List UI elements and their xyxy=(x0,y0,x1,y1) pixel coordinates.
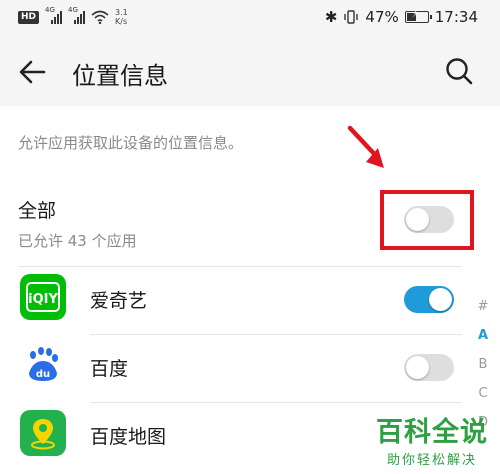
signal-label-2: 4G xyxy=(68,6,78,14)
app-toggle-iqiyi[interactable] xyxy=(404,286,454,313)
alpha-index-item[interactable]: # xyxy=(476,292,490,321)
app-name: 百度地图 xyxy=(90,426,167,448)
watermark-main: 百科全说 xyxy=(376,417,488,448)
back-arrow-icon[interactable] xyxy=(14,54,50,90)
iqiyi-icon: iQIY xyxy=(20,274,66,320)
highlight-box-annotation xyxy=(380,190,474,250)
baidu-icon: du xyxy=(20,342,66,388)
title-bar: 位置信息 xyxy=(0,36,500,106)
search-icon[interactable] xyxy=(444,56,474,86)
watermark-sub: 助你轻松解决 xyxy=(386,453,477,468)
signal-icon-1: 4G xyxy=(45,6,63,24)
speed-value: 3.1 xyxy=(115,8,128,17)
svg-text:iQIY: iQIY xyxy=(28,292,58,307)
alpha-index-item[interactable]: C xyxy=(476,379,490,408)
alpha-index-item-active[interactable]: A xyxy=(476,321,490,350)
baidu-map-icon xyxy=(20,410,66,456)
network-speed: 3.1 K/s xyxy=(115,8,128,26)
toggle-knob xyxy=(429,288,452,311)
speed-unit: K/s xyxy=(115,17,128,26)
description-text: 允许应用获取此设备的位置信息。 xyxy=(18,134,244,152)
charging-icon: ⚡ xyxy=(411,9,419,20)
all-apps-count: 已允许 43 个应用 xyxy=(18,232,137,250)
signal-icon-2: 4G xyxy=(68,6,86,24)
status-time: 17:34 xyxy=(434,8,478,26)
battery-percent: 47% xyxy=(365,8,399,26)
svg-text:du: du xyxy=(36,369,50,380)
app-row-baidu[interactable]: du 百度 xyxy=(0,334,470,402)
battery-icon: ⚡ xyxy=(404,9,432,23)
wifi-icon xyxy=(91,10,109,24)
vibrate-icon xyxy=(344,10,359,24)
app-name: 爱奇艺 xyxy=(90,290,148,312)
signal-label-1: 4G xyxy=(45,6,55,14)
alpha-index-item[interactable]: B xyxy=(476,350,490,379)
watermark: 百科全说 助你轻松解决 xyxy=(376,417,488,468)
toggle-knob xyxy=(406,356,429,379)
all-apps-title: 全部 xyxy=(18,200,57,222)
alphabet-index[interactable]: # A B C D xyxy=(476,292,490,437)
hd-badge: HD xyxy=(18,10,40,24)
app-row-iqiyi[interactable]: iQIY 爱奇艺 xyxy=(0,266,470,334)
status-right-group: ✱ 47% ⚡ 17:34 xyxy=(325,8,478,26)
bluetooth-icon: ✱ xyxy=(324,8,338,26)
app-toggle-baidu[interactable] xyxy=(404,354,454,381)
page-title: 位置信息 xyxy=(72,62,168,90)
status-bar: HD 4G 4G 3.1 K/s ✱ 47% ⚡ 17:34 xyxy=(0,0,500,36)
red-arrow-annotation xyxy=(347,125,384,168)
app-name: 百度 xyxy=(90,358,129,380)
status-left-group: HD 4G 4G 3.1 K/s xyxy=(18,6,128,26)
